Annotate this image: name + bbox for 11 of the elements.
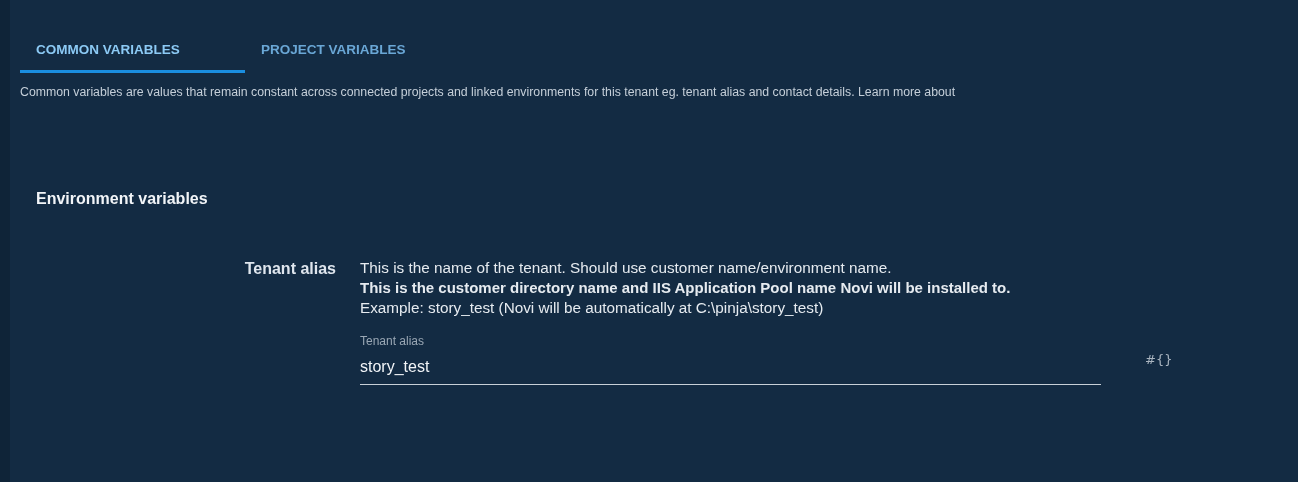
insert-variable-button[interactable]: #{} bbox=[1141, 350, 1177, 369]
field-label: Tenant alias bbox=[360, 334, 426, 348]
intro-text: Common variables are values that remain constant across connected projects and linked environments for this tenant eg. tenant alias and contact details. Learn more about bbox=[20, 85, 957, 99]
section-heading: Environment variables bbox=[36, 190, 209, 208]
description-line: This is the customer directory name and IIS Application Pool name Novi will be installed to. bbox=[360, 278, 1012, 298]
description-line: Example: story_test (Novi will be automatically at C:\pinja\story_test) bbox=[360, 298, 825, 318]
tab[interactable]: PROJECT VARIABLES bbox=[245, 34, 422, 73]
description-line: This is the name of the tenant. Should use customer name/environment name. bbox=[360, 258, 893, 278]
variable-name: Tenant alias bbox=[243, 259, 337, 279]
tab[interactable]: COMMON VARIABLES bbox=[20, 34, 245, 73]
input-field[interactable]: story_test bbox=[360, 348, 1101, 385]
